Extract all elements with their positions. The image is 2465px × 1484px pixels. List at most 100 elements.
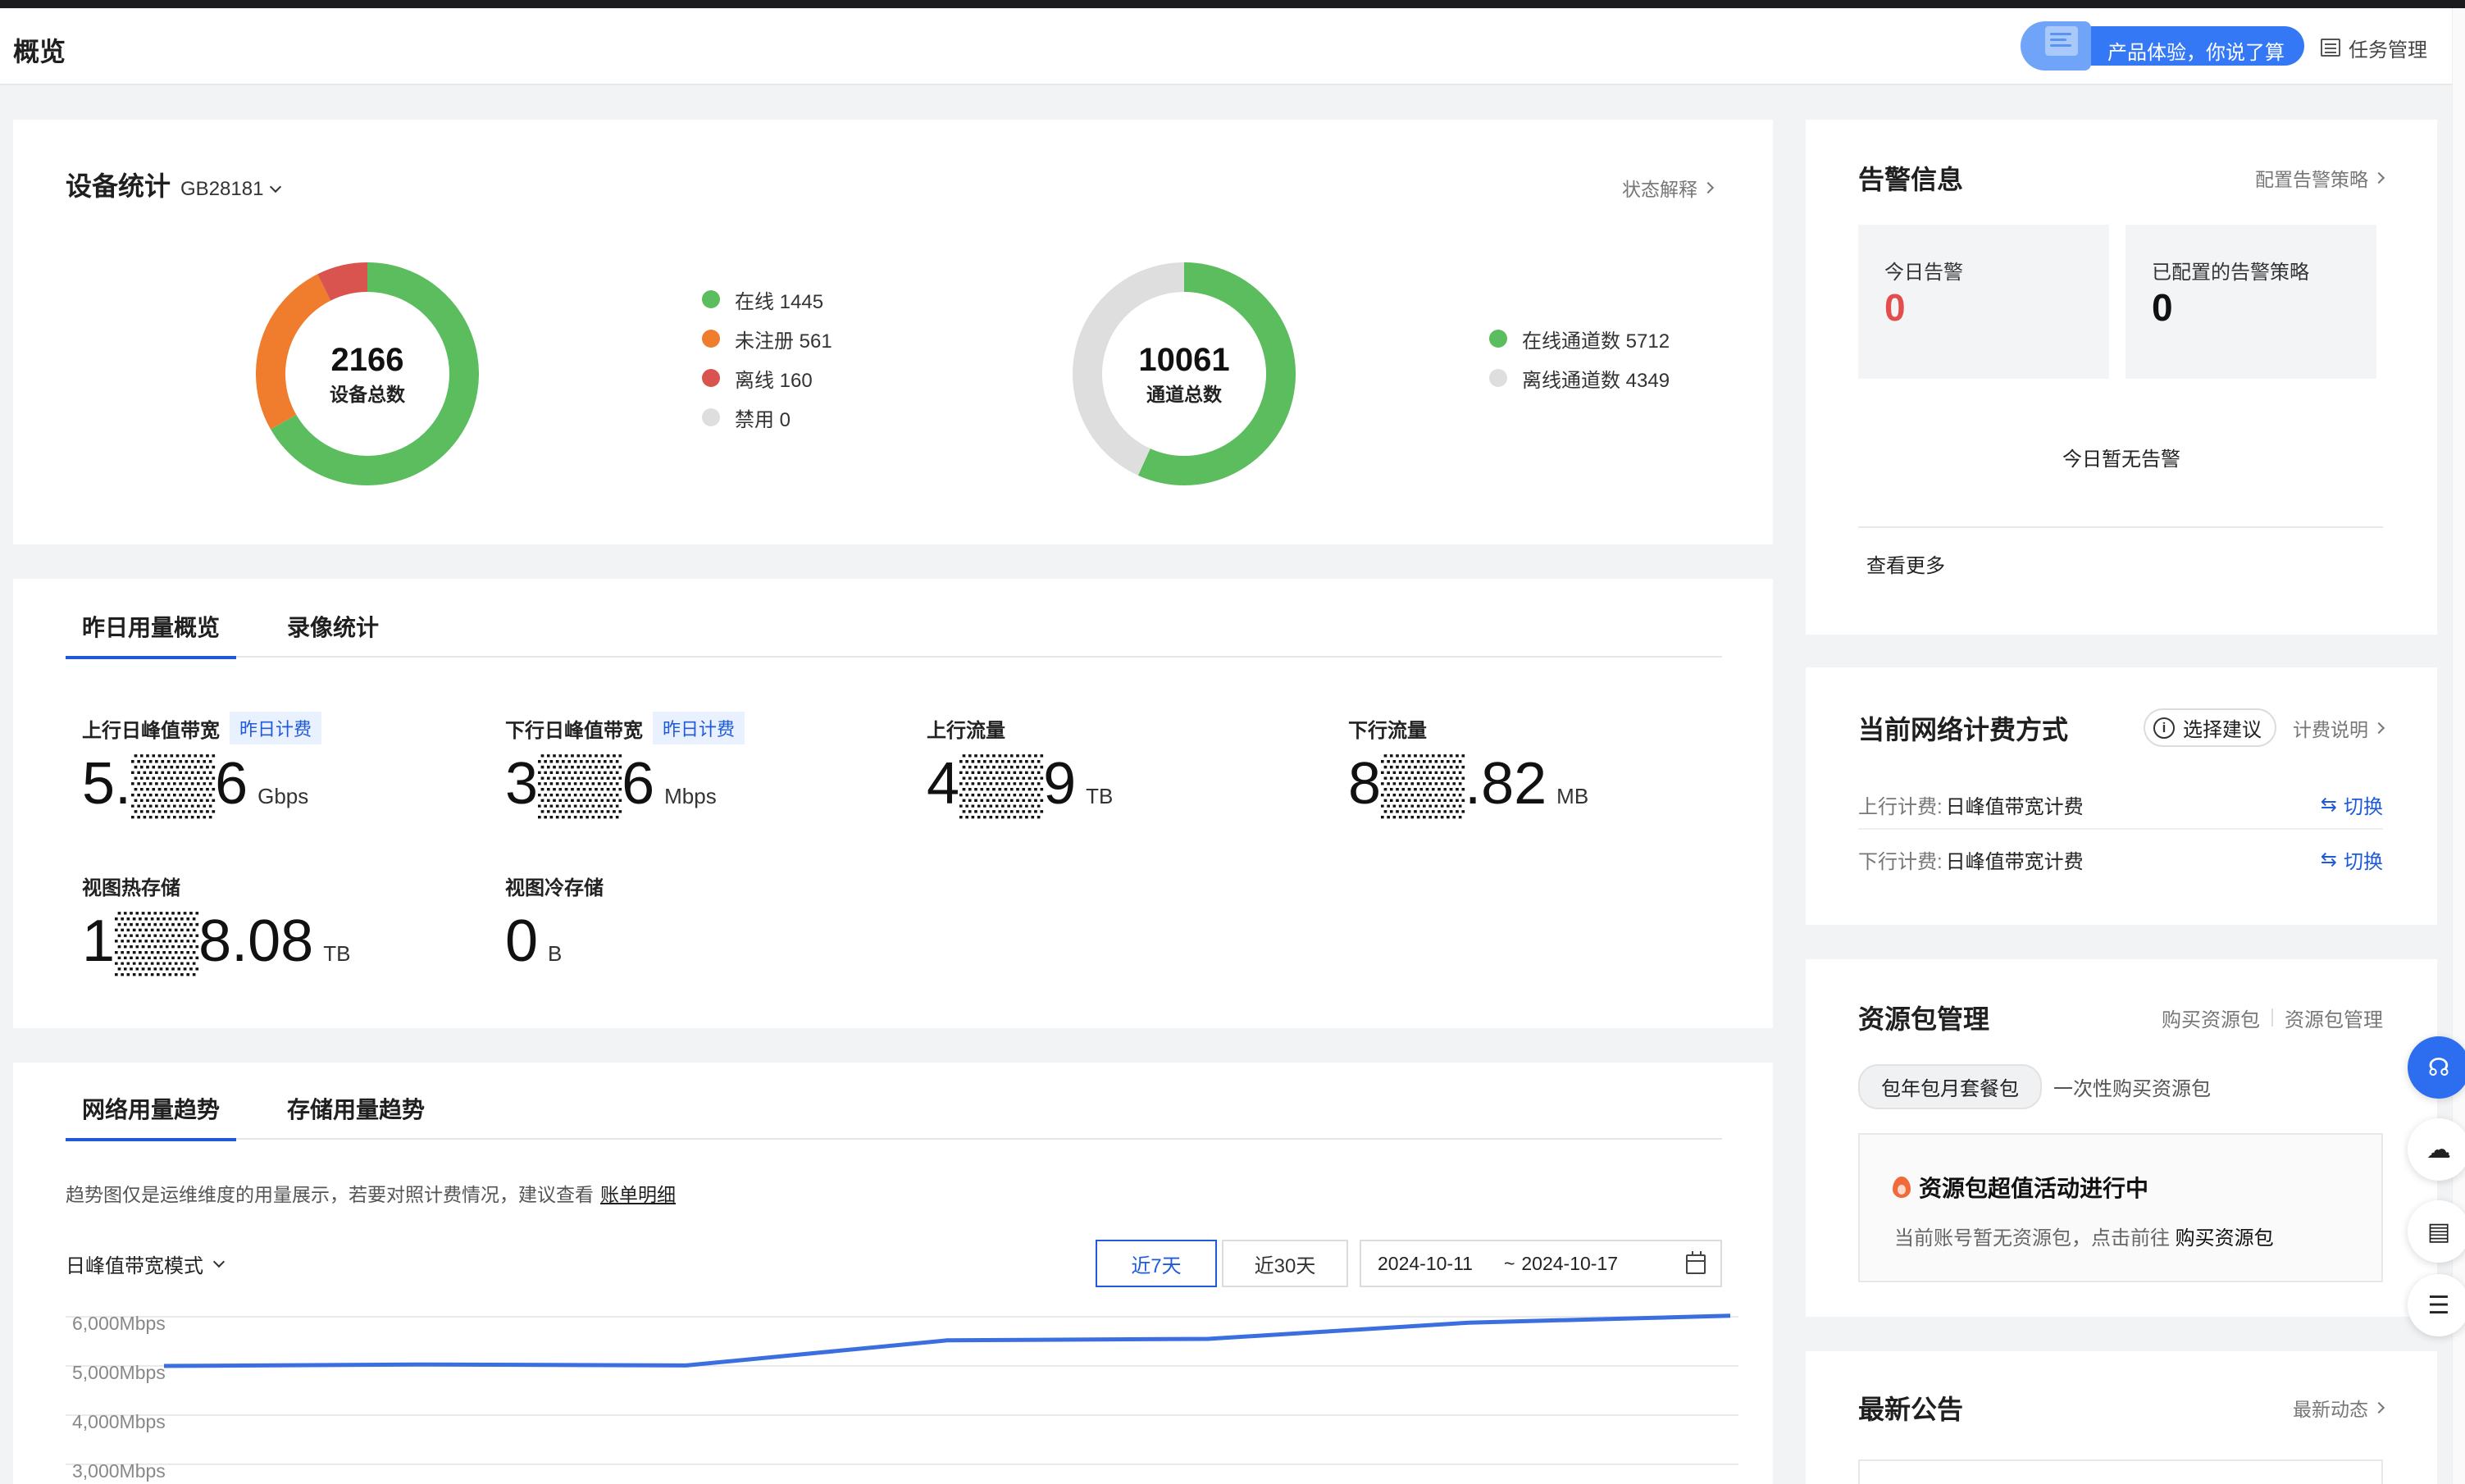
up-peak-label: 上行日峰值带宽 bbox=[82, 719, 220, 742]
page-title: 概览 bbox=[13, 37, 66, 66]
date-start: 2024-10-11 bbox=[1378, 1252, 1473, 1274]
mode-dropdown[interactable]: 日峰值带宽模式 bbox=[66, 1250, 226, 1278]
date-end: 2024-10-17 bbox=[1521, 1252, 1619, 1274]
legend-offline: 离线 160 bbox=[702, 367, 832, 392]
suggestion-button[interactable]: i 选择建议 bbox=[2144, 708, 2276, 747]
buy-package-inline-link[interactable]: 购买资源包 bbox=[2176, 1227, 2274, 1250]
config-alert-link[interactable]: 配置告警策略 bbox=[2255, 164, 2385, 192]
down-peak-unit: Mbps bbox=[664, 784, 717, 808]
status-explain-link[interactable]: 状态解释 bbox=[1622, 174, 1715, 202]
legend-unregistered: 未注册 561 bbox=[702, 328, 832, 353]
cloud-button[interactable]: ☁ bbox=[2408, 1118, 2465, 1181]
manage-package-link[interactable]: 资源包管理 bbox=[2285, 1004, 2383, 1032]
menu-button[interactable]: ☰ bbox=[2408, 1274, 2465, 1336]
up-peak-unit: Gbps bbox=[257, 784, 309, 808]
protocol-dropdown[interactable]: GB28181 bbox=[180, 178, 282, 201]
trend-series-line bbox=[163, 1313, 1731, 1368]
tab-network-trend[interactable]: 网络用量趋势 bbox=[66, 1090, 237, 1141]
tab-yesterday-usage[interactable]: 昨日用量概览 bbox=[66, 608, 237, 659]
notice-list bbox=[1858, 1459, 2383, 1484]
divider bbox=[1858, 526, 2383, 528]
trend-note: 趋势图仅是运维维度的用量展示，若要对照计费情况，建议查看 账单明细 bbox=[66, 1179, 676, 1207]
cold-storage-unit: B bbox=[548, 941, 563, 966]
alert-card: 告警信息 配置告警策略 今日告警 0 已配置的告警策略 0 今日暂无告警 查看更… bbox=[1806, 120, 2437, 635]
device-legend: 在线 1445 未注册 561 离线 160 禁用 0 bbox=[702, 289, 832, 431]
up-peak-value: 5.▒▒6 bbox=[82, 751, 248, 817]
today-alert-box: 今日告警 0 bbox=[1858, 225, 2109, 379]
swap-icon: ⇆ bbox=[2320, 848, 2337, 871]
device-stats-title: 设备统计 bbox=[66, 171, 171, 201]
device-donut-chart: 2166 设备总数 bbox=[256, 262, 479, 485]
device-stats-card: 设备统计 GB28181 状态解释 2166 设备总数 在线 1445 未注册 … bbox=[13, 120, 1773, 544]
down-peak-value: 3▒▒6 bbox=[505, 751, 655, 817]
switch-label: 切换 bbox=[2344, 850, 2383, 873]
tab-onetime-package[interactable]: 一次性购买资源包 bbox=[2053, 1066, 2232, 1108]
latest-news-link[interactable]: 最新动态 bbox=[2293, 1394, 2385, 1422]
customer-service-button[interactable]: ☊ bbox=[2408, 1036, 2465, 1099]
cloud-icon: ☁ bbox=[2426, 1136, 2451, 1163]
alert-title: 告警信息 bbox=[1858, 165, 1964, 194]
page-scrollbar[interactable] bbox=[2452, 8, 2465, 1484]
today-alert-value: 0 bbox=[1884, 286, 1906, 329]
configured-policy-box: 已配置的告警策略 0 bbox=[2126, 225, 2376, 379]
date-separator: ~ bbox=[1503, 1252, 1515, 1274]
no-alert-text: 今日暂无告警 bbox=[2062, 448, 2180, 471]
range-30-days-button[interactable]: 近30天 bbox=[1222, 1240, 1348, 1287]
task-management-link[interactable]: 任务管理 bbox=[2321, 31, 2427, 64]
tab-monthly-package[interactable]: 包年包月套餐包 bbox=[1858, 1064, 2042, 1109]
chevron-down-icon bbox=[270, 180, 282, 193]
package-title: 资源包管理 bbox=[1858, 1004, 1990, 1034]
cold-storage-label: 视图冷存储 bbox=[505, 876, 604, 899]
trend-line-chart: 6,000Mbps 5,000Mbps 4,000Mbps 3,000Mbps bbox=[66, 1313, 1738, 1482]
list-icon: ☰ bbox=[2427, 1291, 2450, 1319]
legend-online-channels: 在线通道数 5712 bbox=[1489, 328, 1670, 353]
page-header: 概览 产品体验，你说了算 任务管理 bbox=[0, 8, 2452, 85]
tab-recording-stats[interactable]: 录像统计 bbox=[271, 608, 395, 658]
swap-icon: ⇆ bbox=[2320, 793, 2337, 816]
usage-tabs: 昨日用量概览 录像统计 bbox=[66, 608, 1722, 659]
channel-donut-chart: 10061 通道总数 bbox=[1073, 262, 1296, 485]
downstream-billing-row: 下行计费: 日峰值带宽计费 ⇆ 切换 bbox=[1858, 835, 2383, 884]
tab-storage-trend[interactable]: 存储用量趋势 bbox=[271, 1090, 441, 1140]
bill-detail-link[interactable]: 账单明细 bbox=[600, 1184, 676, 1205]
y-tick-label: 5,000Mbps bbox=[72, 1362, 166, 1383]
buy-package-link[interactable]: 购买资源包 bbox=[2162, 1004, 2260, 1032]
package-promo-desc: 当前账号暂无资源包，点击前往 bbox=[1894, 1227, 2170, 1250]
metric-down-peak: 下行日峰值带宽 昨日计费 3▒▒6 Mbps bbox=[505, 712, 745, 817]
feedback-promo-button[interactable]: 产品体验，你说了算 bbox=[2021, 21, 2304, 71]
promo-label: 产品体验，你说了算 bbox=[2107, 42, 2285, 64]
legend-online-channels-label: 在线通道数 5712 bbox=[1522, 330, 1670, 353]
chevron-right-icon bbox=[2372, 171, 2385, 184]
legend-disabled-label: 禁用 0 bbox=[735, 408, 791, 431]
fire-icon bbox=[1893, 1177, 1911, 1198]
channel-legend: 在线通道数 5712 离线通道数 4349 bbox=[1489, 328, 1670, 392]
y-tick-label: 4,000Mbps bbox=[72, 1411, 166, 1432]
mode-value: 日峰值带宽模式 bbox=[66, 1255, 203, 1277]
billing-explain-link[interactable]: 计费说明 bbox=[2293, 714, 2385, 742]
legend-offline-channels-label: 离线通道数 4349 bbox=[1522, 369, 1670, 392]
downstream-switch-button[interactable]: ⇆ 切换 bbox=[2321, 845, 2383, 874]
docs-button[interactable]: ▤ bbox=[2408, 1200, 2465, 1263]
latest-news-label: 最新动态 bbox=[2293, 1399, 2368, 1420]
calendar-icon bbox=[1686, 1251, 1706, 1274]
offline-channel-dot-icon bbox=[1489, 369, 1507, 387]
resource-package-card: 资源包管理 购买资源包 资源包管理 包年包月套餐包 一次性购买资源包 资源包超值… bbox=[1806, 959, 2437, 1317]
channel-total: 10061 bbox=[1138, 342, 1230, 378]
see-more-link[interactable]: 查看更多 bbox=[1866, 549, 1945, 578]
task-list-icon bbox=[2321, 39, 2340, 57]
range-7-days-button[interactable]: 近7天 bbox=[1096, 1240, 1217, 1287]
hot-storage-value: 1▒▒8.08 bbox=[82, 908, 314, 974]
down-traffic-unit: MB bbox=[1556, 784, 1589, 808]
legend-unregistered-label: 未注册 561 bbox=[735, 330, 832, 353]
upstream-switch-button[interactable]: ⇆ 切换 bbox=[2321, 790, 2383, 819]
configured-policy-label: 已配置的告警策略 bbox=[2152, 262, 2309, 284]
today-alert-label: 今日告警 bbox=[1884, 262, 1963, 284]
metric-cold-storage: 视图冷存储 0B bbox=[505, 869, 604, 975]
chevron-down-icon bbox=[212, 1255, 226, 1268]
configured-policy-value: 0 bbox=[2152, 286, 2173, 329]
date-range-picker[interactable]: 2024-10-11 ~ 2024-10-17 bbox=[1360, 1240, 1722, 1287]
up-traffic-label: 上行流量 bbox=[927, 719, 1005, 742]
status-explain-label: 状态解释 bbox=[1622, 179, 1697, 200]
switch-label: 切换 bbox=[2344, 795, 2383, 818]
legend-offline-channels: 离线通道数 4349 bbox=[1489, 367, 1670, 392]
